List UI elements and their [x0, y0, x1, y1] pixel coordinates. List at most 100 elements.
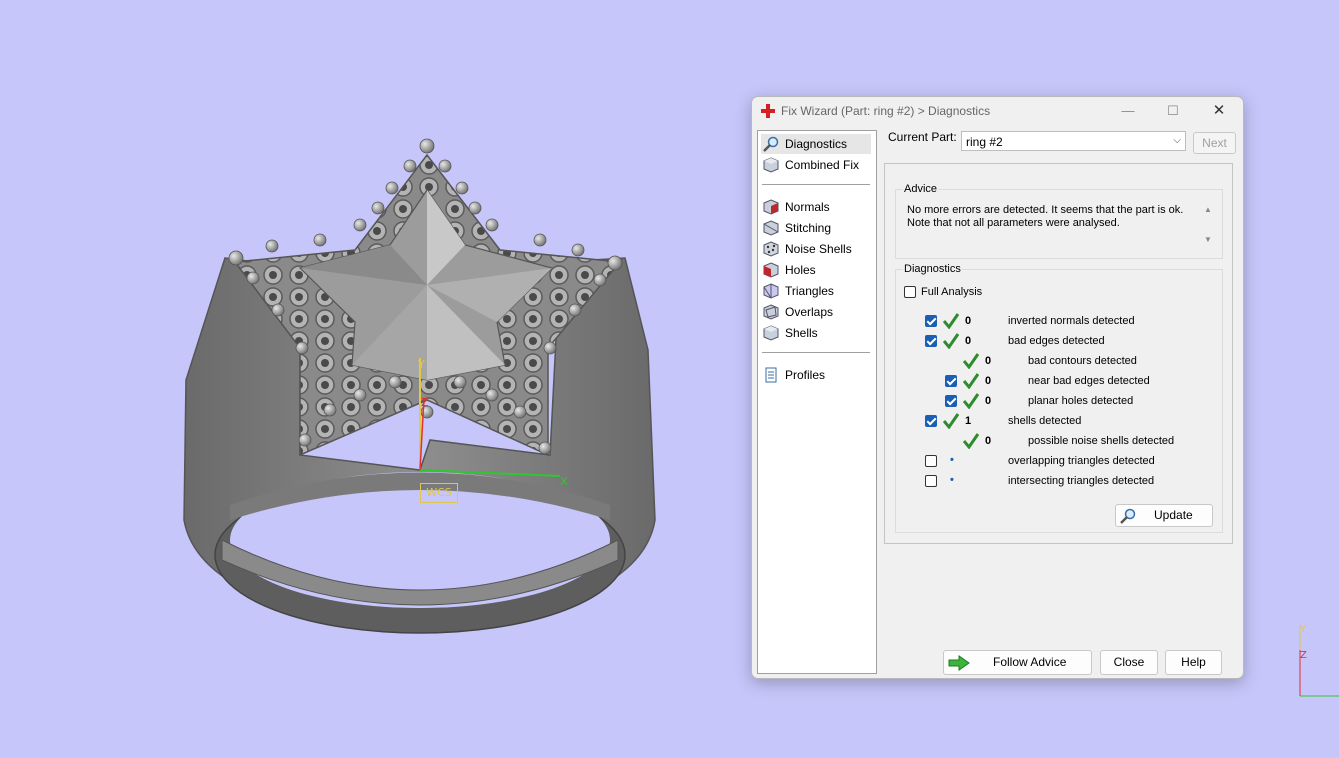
diag-row-shells: 1 shells detected — [896, 413, 1216, 431]
diag-checkbox[interactable] — [945, 395, 957, 407]
advice-text: No more errors are detected. It seems th… — [907, 204, 1184, 229]
corner-axis-z: Z — [1300, 650, 1307, 661]
advice-title: Advice — [903, 183, 939, 195]
current-part-value: ring #2 — [966, 135, 1003, 149]
nav-item-combined-fix[interactable]: Combined Fix — [761, 155, 871, 175]
scroll-down-icon[interactable]: ▼ — [1204, 235, 1212, 244]
axis-x-label: X — [560, 475, 568, 488]
nav-item-diagnostics[interactable]: Diagnostics — [761, 134, 871, 154]
chevron-down-icon: ⌵ — [1173, 135, 1181, 146]
dialog-titlebar[interactable]: Fix Wizard (Part: ring #2) > Diagnostics… — [752, 97, 1243, 125]
nav-item-profiles[interactable]: Profiles — [761, 365, 871, 385]
nav-item-normals[interactable]: Normals — [761, 197, 871, 217]
check-mark-icon — [943, 313, 959, 329]
nav-item-shells[interactable]: Shells — [761, 323, 871, 343]
advice-group: Advice No more errors are detected. It s… — [895, 183, 1223, 259]
follow-advice-label: Follow Advice — [993, 655, 1067, 669]
noise-shells-icon — [763, 241, 779, 257]
corner-axis-indicator: Y Z — [1299, 624, 1339, 697]
full-analysis-row[interactable]: Full Analysis — [904, 284, 1104, 302]
diag-label: planar holes detected — [1028, 395, 1134, 407]
check-mark-icon — [963, 393, 979, 409]
maximize-button[interactable]: ☐ — [1159, 101, 1187, 121]
diag-count: 0 — [985, 435, 992, 447]
nav-item-label: Shells — [785, 326, 818, 340]
current-part-select[interactable]: ring #2 ⌵ — [961, 131, 1186, 151]
nav-item-label: Normals — [785, 200, 830, 214]
minimize-button[interactable]: — — [1114, 101, 1142, 121]
diag-count: 0 — [985, 375, 992, 387]
check-mark-icon — [963, 433, 979, 449]
wcs-label: WCS — [420, 483, 458, 503]
update-label: Update — [1154, 508, 1193, 522]
diag-count: 0 — [965, 315, 972, 327]
diag-row-intersecting-triangles: • intersecting triangles detected — [896, 473, 1216, 491]
nav-item-label: Stitching — [785, 221, 832, 235]
diag-count: 0 — [965, 335, 972, 347]
current-part-label: Current Part: — [888, 130, 957, 144]
help-button[interactable]: Help — [1165, 650, 1222, 675]
full-analysis-checkbox[interactable] — [904, 286, 916, 298]
normals-icon — [763, 199, 779, 215]
magnifier-icon — [763, 136, 779, 152]
diag-label: inverted normals detected — [1008, 315, 1135, 327]
nav-item-overlaps[interactable]: Overlaps — [761, 302, 871, 322]
diag-label: shells detected — [1008, 415, 1082, 427]
check-mark-icon — [943, 413, 959, 429]
diag-count: 0 — [985, 355, 992, 367]
cube-icon — [763, 157, 779, 173]
close-window-button[interactable]: ✕ — [1205, 101, 1233, 121]
not-run-indicator: • — [950, 474, 954, 486]
dialog-title: Fix Wizard (Part: ring #2) > Diagnostics — [781, 104, 991, 118]
axis-y-label: Y — [417, 358, 425, 371]
diag-label: bad contours detected — [1028, 355, 1137, 367]
scroll-up-icon[interactable]: ▲ — [1204, 205, 1212, 214]
diag-checkbox[interactable] — [925, 415, 937, 427]
check-mark-icon — [943, 333, 959, 349]
next-button[interactable]: Next — [1193, 132, 1236, 154]
diag-checkbox[interactable] — [925, 315, 937, 327]
nav-item-triangles[interactable]: Triangles — [761, 281, 871, 301]
diag-row-bad-edges: 0 bad edges detected — [896, 333, 1216, 351]
check-mark-icon — [963, 373, 979, 389]
axis-z-label: Z — [421, 396, 429, 409]
diag-count: 1 — [965, 415, 972, 427]
holes-icon — [763, 262, 779, 278]
close-button[interactable]: Close — [1100, 650, 1158, 675]
document-icon — [765, 367, 777, 383]
diag-row-near-bad-edges: 0 near bad edges detected — [896, 373, 1216, 391]
update-button[interactable]: Update — [1115, 504, 1213, 527]
red-cross-icon — [761, 104, 775, 118]
nav-separator — [762, 184, 870, 185]
diag-checkbox[interactable] — [925, 475, 937, 487]
fix-wizard-dialog: Fix Wizard (Part: ring #2) > Diagnostics… — [751, 96, 1244, 679]
diag-label: intersecting triangles detected — [1008, 475, 1155, 487]
nav-separator — [762, 352, 870, 353]
nav-item-noise-shells[interactable]: Noise Shells — [761, 239, 871, 259]
follow-advice-button[interactable]: Follow Advice — [943, 650, 1092, 675]
nav-item-label: Combined Fix — [785, 158, 860, 172]
diag-checkbox[interactable] — [945, 375, 957, 387]
diag-row-overlapping-triangles: • overlapping triangles detected — [896, 453, 1216, 471]
diag-checkbox[interactable] — [925, 335, 937, 347]
nav-item-holes[interactable]: Holes — [761, 260, 871, 280]
diagnostics-title: Diagnostics — [903, 263, 962, 275]
not-run-indicator: • — [950, 454, 954, 466]
nav-item-label: Triangles — [785, 284, 834, 298]
diag-checkbox[interactable] — [925, 455, 937, 467]
nav-item-label: Overlaps — [785, 305, 834, 319]
triangles-icon — [763, 283, 779, 299]
nav-item-label: Diagnostics — [785, 137, 848, 151]
full-analysis-label: Full Analysis — [921, 286, 983, 298]
diag-count: 0 — [985, 395, 992, 407]
nav-item-label: Holes — [785, 263, 816, 277]
nav-item-stitching[interactable]: Stitching — [761, 218, 871, 238]
diag-label: possible noise shells detected — [1028, 435, 1175, 447]
diagnostics-group: Diagnostics Full Analysis 0 inverted nor… — [895, 263, 1223, 533]
diag-row-bad-contours: 0 bad contours detected — [896, 353, 1216, 371]
diag-label: overlapping triangles detected — [1008, 455, 1155, 467]
stitching-icon — [763, 220, 779, 236]
diag-label: bad edges detected — [1008, 335, 1105, 347]
corner-axis-y: Y — [1299, 624, 1307, 635]
diag-label: near bad edges detected — [1028, 375, 1150, 387]
